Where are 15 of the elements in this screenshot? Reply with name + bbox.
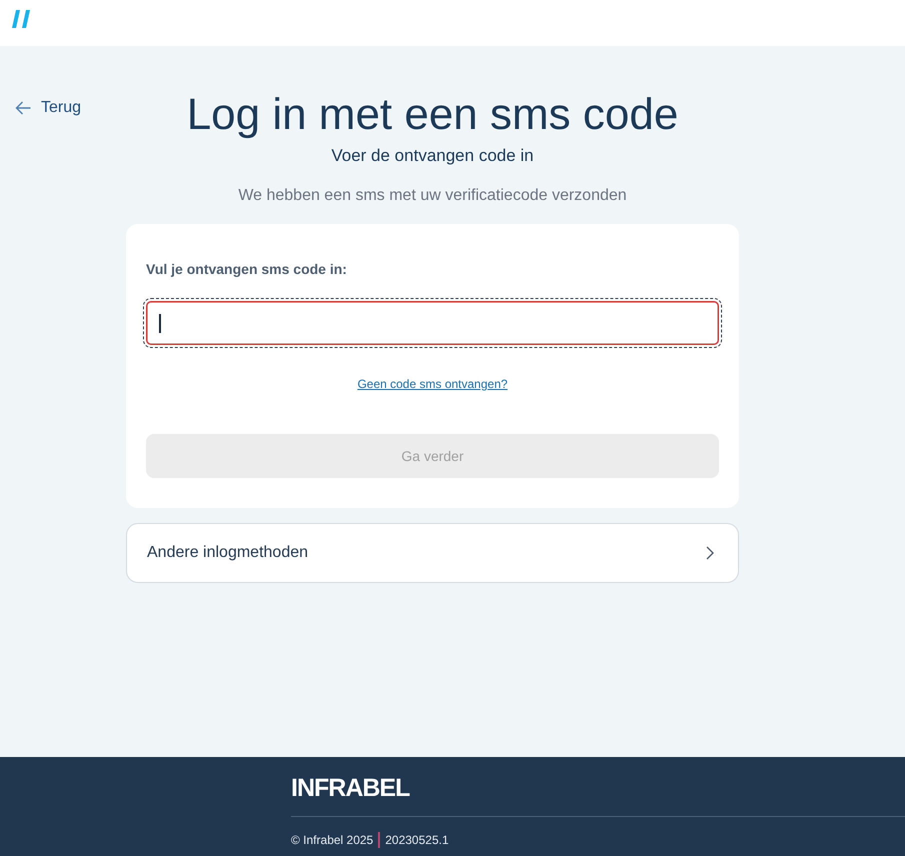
version-text: 20230525.1: [385, 832, 449, 848]
footer-logo: INFRABEL: [291, 776, 410, 800]
sms-sent-notice: We hebben een sms met uw verificatiecode verzonden: [237, 186, 628, 206]
subtitle: Voer de ontvangen code in: [330, 145, 535, 167]
input-field[interactable]: [143, 298, 722, 348]
page-title: Log in met een sms code: [186, 89, 680, 141]
other-login-methods-button[interactable]: Andere inlogmethoden: [126, 523, 739, 583]
text-cursor-icon: [159, 314, 161, 332]
resend-code-link[interactable]: Geen code sms ontvangen?: [357, 377, 508, 391]
chevron-right-icon: [706, 546, 714, 560]
copyright-text: © Infrabel 2025: [291, 832, 374, 848]
back-link[interactable]: Terug: [15, 98, 82, 118]
field-label: Vul je ontvangen sms code in:: [146, 260, 348, 279]
left-arrow-icon: [15, 101, 31, 115]
double-slash-logo: [12, 10, 30, 28]
